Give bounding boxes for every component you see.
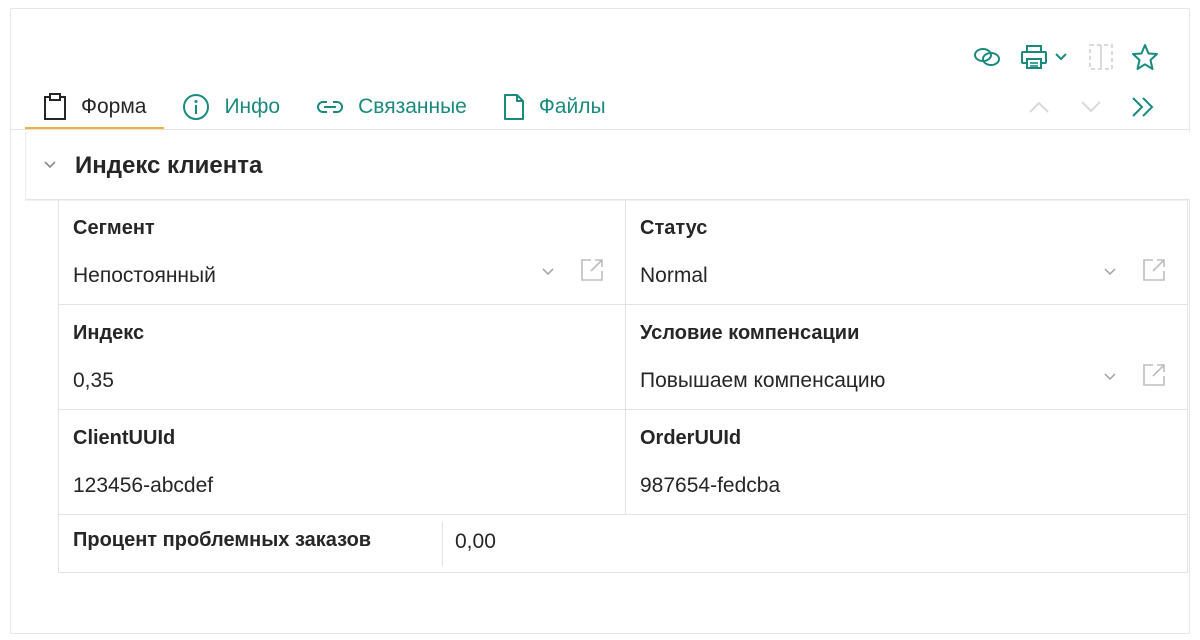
- previous-record-button[interactable]: [1013, 91, 1065, 127]
- next-record-button[interactable]: [1065, 91, 1117, 127]
- field-label: Условие компенсации: [640, 322, 860, 344]
- field-row: Процент проблемных заказов 0,00: [58, 515, 1188, 573]
- favorite-button[interactable]: [1123, 39, 1167, 75]
- tab-label: Связанные: [358, 95, 467, 118]
- section-header[interactable]: Индекс клиента: [25, 132, 1190, 200]
- link-icon: [972, 45, 1002, 69]
- print-icon: [1020, 43, 1048, 71]
- record-navigation: [1013, 91, 1169, 127]
- field-order-uuid[interactable]: OrderUUId 987654-fedcba: [625, 410, 1188, 515]
- chevron-down-icon: [1080, 100, 1102, 119]
- field-client-uuid[interactable]: ClientUUId 123456-abcdef: [58, 410, 625, 515]
- tab-form[interactable]: Форма: [25, 85, 165, 130]
- field-segment[interactable]: Сегмент Непостоянный: [58, 200, 625, 305]
- open-external-icon[interactable]: [579, 257, 605, 288]
- field-value[interactable]: 987654-fedcba: [640, 472, 1187, 500]
- open-external-icon[interactable]: [1141, 362, 1167, 393]
- section-border: [25, 132, 26, 200]
- field-value[interactable]: 0,00: [443, 515, 496, 573]
- open-external-icon[interactable]: [1141, 257, 1167, 288]
- tab-bar: Форма Инфо Связанные Файлы: [25, 85, 624, 130]
- toolbar: [965, 39, 1167, 75]
- field-row: Индекс 0,35 Условие компенсации Повышаем…: [58, 305, 1188, 410]
- expand-panel-button[interactable]: [1117, 91, 1169, 127]
- field-value[interactable]: 0,35: [73, 367, 625, 395]
- field-label: Процент проблемных заказов: [59, 522, 443, 566]
- form-panel: Форма Инфо Связанные Файлы Индекс клиент…: [10, 8, 1190, 634]
- chevron-down-icon[interactable]: [541, 264, 555, 282]
- section-title: Индекс клиента: [75, 151, 263, 179]
- field-label: ClientUUId: [73, 427, 176, 449]
- tab-related[interactable]: Связанные: [298, 85, 485, 129]
- tab-label: Форма: [81, 95, 147, 118]
- field-row: ClientUUId 123456-abcdef OrderUUId 98765…: [58, 410, 1188, 515]
- tabs-divider: [11, 129, 1189, 130]
- field-label: Статус: [640, 217, 708, 239]
- chevron-down-icon: [1054, 52, 1068, 62]
- link-icon: [316, 99, 344, 115]
- tab-files[interactable]: Файлы: [485, 85, 624, 129]
- split-view-icon: [1087, 43, 1115, 71]
- document-icon: [503, 93, 525, 121]
- field-row: Сегмент Непостоянный Статус Normal: [58, 200, 1188, 305]
- field-label: OrderUUId: [640, 427, 742, 449]
- field-problem-orders[interactable]: Процент проблемных заказов 0,00: [58, 515, 1188, 573]
- field-label: Индекс: [73, 322, 145, 344]
- chevron-down-icon[interactable]: [1103, 369, 1117, 387]
- field-value[interactable]: 123456-abcdef: [73, 472, 625, 500]
- field-label: Сегмент: [73, 217, 155, 239]
- chevron-down-icon[interactable]: [1103, 264, 1117, 282]
- info-icon: [182, 93, 210, 121]
- field-index[interactable]: Индекс 0,35: [58, 305, 625, 410]
- print-button[interactable]: [1009, 39, 1079, 75]
- chevron-up-icon: [1028, 100, 1050, 119]
- tab-info[interactable]: Инфо: [164, 85, 298, 129]
- tab-label: Файлы: [538, 95, 606, 118]
- double-chevron-right-icon: [1130, 96, 1156, 123]
- copy-link-button[interactable]: [965, 39, 1009, 75]
- split-view-button[interactable]: [1079, 39, 1123, 75]
- field-status[interactable]: Статус Normal: [625, 200, 1188, 305]
- star-icon: [1131, 43, 1159, 71]
- field-compensation[interactable]: Условие компенсации Повышаем компенсацию: [625, 305, 1188, 410]
- collapse-section-button[interactable]: [25, 132, 75, 200]
- clipboard-icon: [43, 93, 67, 121]
- tab-label: Инфо: [224, 95, 281, 118]
- fields-grid: Сегмент Непостоянный Статус Normal Индек…: [58, 200, 1188, 573]
- chevron-down-icon: [43, 157, 57, 175]
